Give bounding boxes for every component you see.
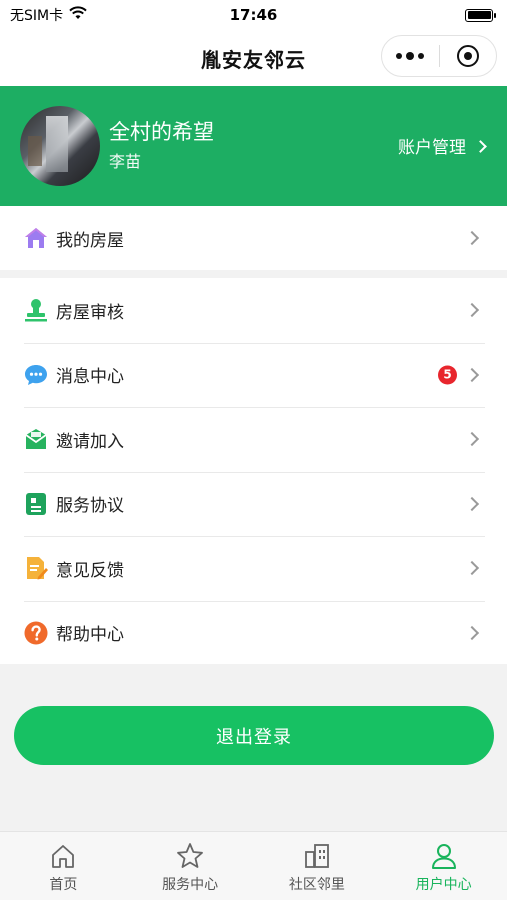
stamp-icon: [24, 298, 48, 322]
tab-label: 服务中心: [162, 877, 219, 893]
profile-real-name: 李苗: [109, 152, 142, 171]
menu-item-feedback[interactable]: 意见反馈: [0, 536, 507, 601]
logout-button[interactable]: 退出登录: [14, 706, 494, 765]
menu-item-label: 我的房屋: [56, 230, 124, 251]
feedback-icon: [24, 556, 48, 580]
chevron-right-icon: [464, 303, 480, 318]
menu-section-house: 我的房屋: [0, 206, 507, 270]
document-icon: [24, 492, 48, 516]
more-dots-icon: [396, 52, 425, 60]
menu-item-service-agreement[interactable]: 服务协议: [0, 471, 507, 537]
building-icon: [303, 842, 331, 870]
profile-name: 全村的希望: [109, 120, 214, 144]
menu-section-main: 房屋审核 消息中心 5 邀请加入 服务协议 意见反馈 帮助中心: [0, 278, 507, 664]
account-management-label: 账户管理: [398, 138, 466, 158]
profile-header: 全村的希望 李苗 账户管理: [0, 86, 507, 206]
menu-item-label: 帮助中心: [56, 625, 124, 646]
tab-home[interactable]: 首页: [0, 832, 127, 900]
house-icon: [24, 226, 48, 250]
chevron-right-icon: [464, 561, 480, 576]
menu-item-label: 消息中心: [56, 367, 124, 388]
status-bar: 无SIM卡 17:46: [0, 0, 507, 30]
home-icon: [49, 842, 77, 870]
carrier-text: 无SIM卡: [10, 8, 64, 24]
chat-bubble-icon: [24, 363, 48, 387]
target-icon: [456, 45, 479, 67]
more-button[interactable]: [382, 36, 439, 76]
menu-item-invite[interactable]: 邀请加入: [0, 407, 507, 472]
chevron-right-icon: [464, 367, 480, 382]
tab-service-center[interactable]: 服务中心: [127, 832, 254, 900]
tab-label: 社区邻里: [288, 877, 345, 893]
menu-item-label: 房屋审核: [56, 302, 124, 323]
battery-icon: [465, 8, 496, 22]
menu-item-label: 服务协议: [56, 496, 124, 517]
nav-bar: 胤安友邻云: [0, 30, 507, 86]
menu-item-my-house[interactable]: 我的房屋: [0, 206, 507, 270]
menu-item-label: 意见反馈: [56, 560, 124, 581]
chevron-right-icon: [464, 496, 480, 511]
wifi-icon: [69, 6, 87, 24]
menu-item-message-center[interactable]: 消息中心 5: [0, 342, 507, 408]
avatar[interactable]: [20, 106, 100, 186]
tab-user-center[interactable]: 用户中心: [380, 832, 507, 900]
tab-bar: 首页 服务中心 社区邻里 用户中心: [0, 831, 507, 900]
mini-program-capsule: [381, 35, 497, 77]
tab-label: 用户中心: [415, 877, 472, 893]
user-icon: [430, 842, 458, 870]
close-mini-program-button[interactable]: [440, 36, 497, 76]
chevron-right-icon: [464, 432, 480, 447]
help-icon: [24, 621, 48, 645]
chevron-right-icon: [474, 139, 487, 153]
chevron-right-icon: [464, 625, 480, 640]
menu-item-label: 邀请加入: [56, 431, 124, 452]
tab-community[interactable]: 社区邻里: [254, 832, 381, 900]
star-icon: [176, 842, 204, 870]
menu-item-help-center[interactable]: 帮助中心: [0, 600, 507, 666]
mail-icon: [24, 427, 48, 451]
page-title: 胤安友邻云: [201, 47, 306, 72]
chevron-right-icon: [464, 230, 480, 246]
unread-badge: 5: [438, 365, 457, 385]
account-management-link[interactable]: 账户管理: [398, 133, 487, 158]
tab-label: 首页: [49, 877, 78, 893]
menu-item-house-review[interactable]: 房屋审核: [0, 278, 507, 343]
